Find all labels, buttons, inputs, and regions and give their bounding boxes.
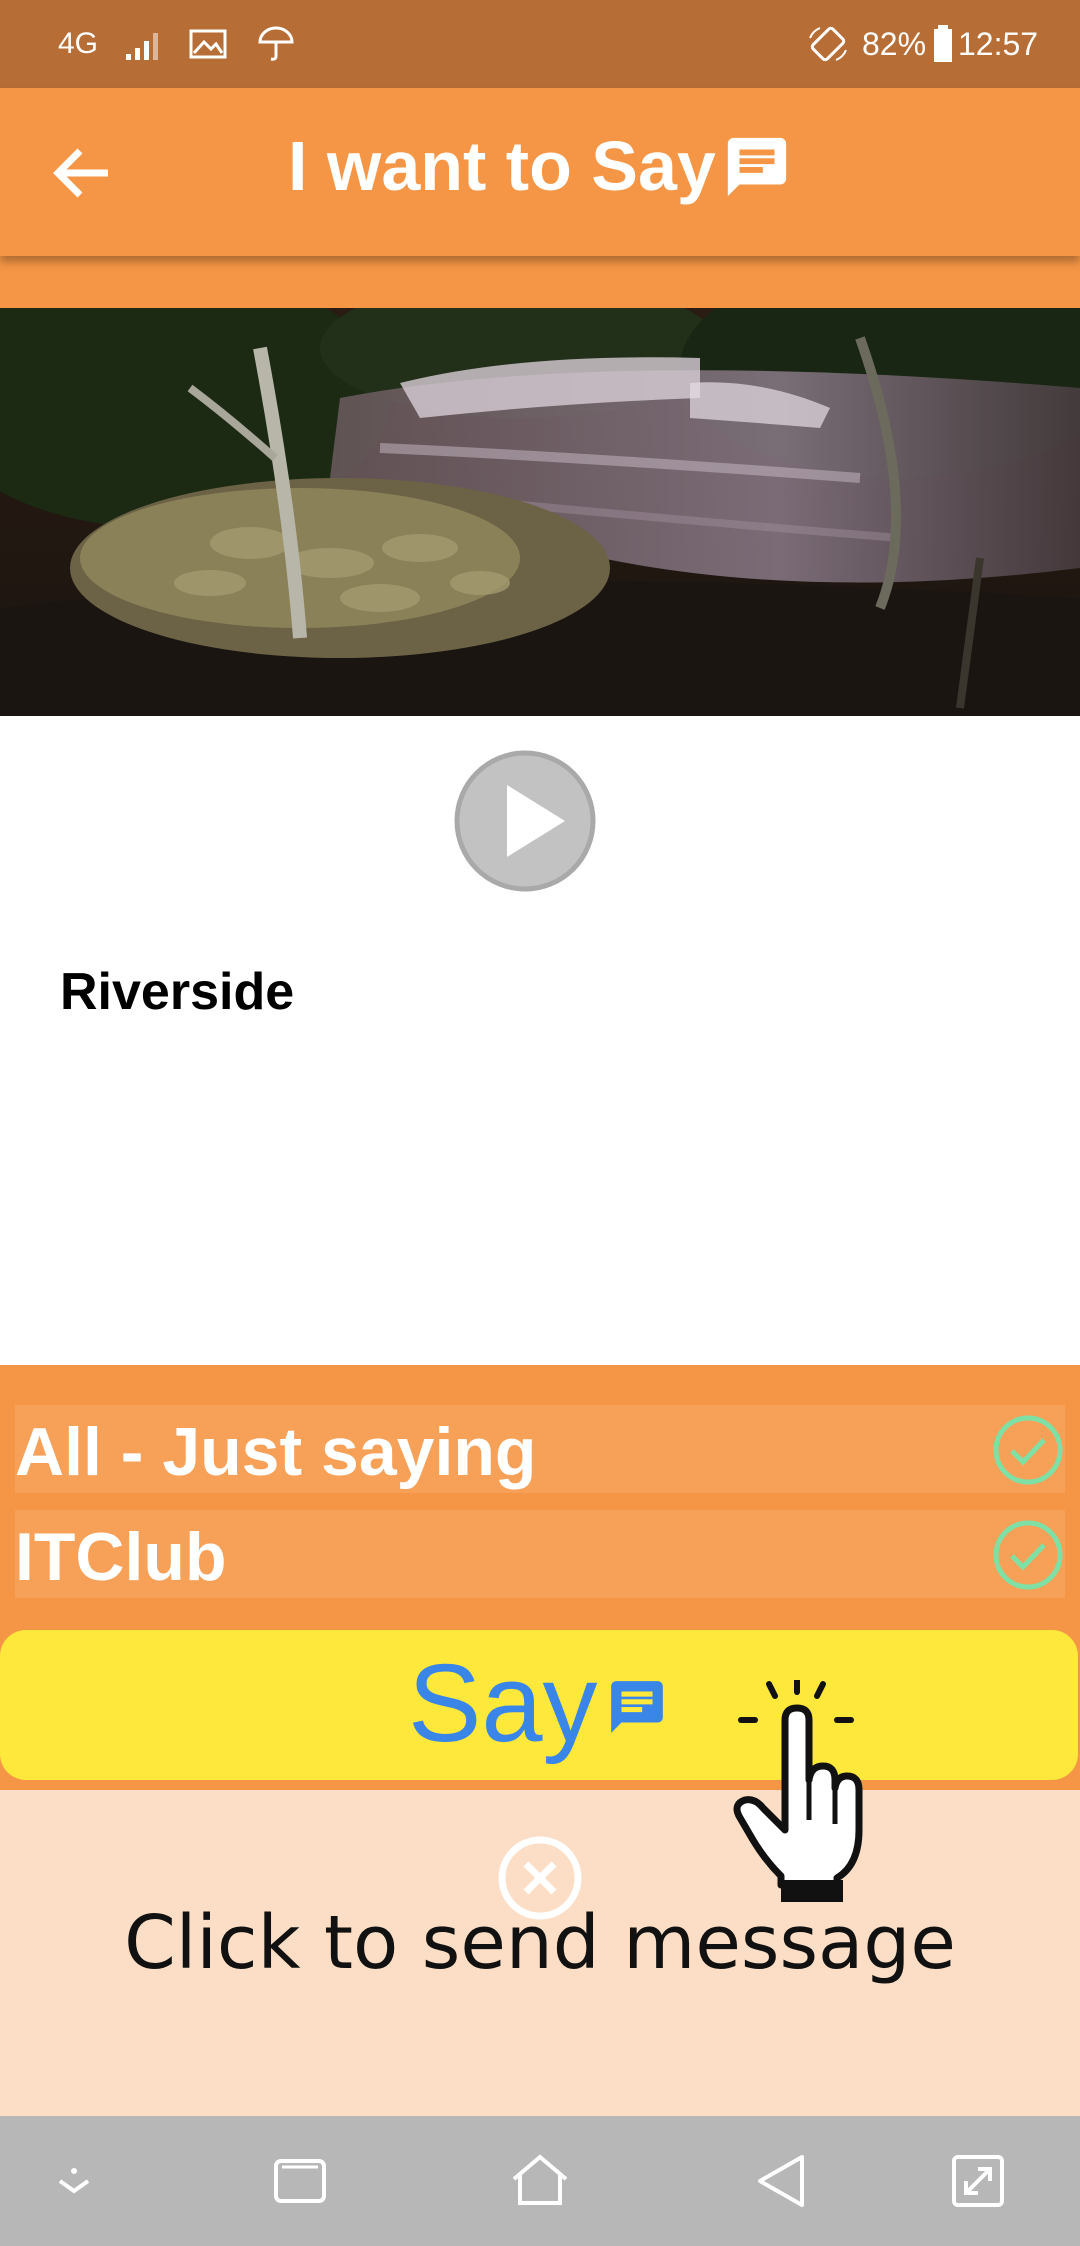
battery-percent: 82% bbox=[862, 25, 927, 62]
location-title: Riverside bbox=[60, 963, 295, 1021]
back-icon[interactable] bbox=[750, 2151, 814, 2211]
say-button[interactable]: Say bbox=[0, 1630, 1078, 1780]
play-icon bbox=[454, 750, 596, 892]
tip-overlay[interactable]: Click to send message bbox=[0, 1790, 1080, 2116]
back-arrow-icon[interactable] bbox=[50, 143, 120, 203]
battery-icon bbox=[932, 22, 954, 66]
hide-keyboard-icon[interactable] bbox=[42, 2151, 106, 2211]
app-bar: I want to Say bbox=[0, 88, 1080, 256]
check-circle-icon[interactable] bbox=[991, 1518, 1065, 1592]
system-nav-bar bbox=[0, 2116, 1080, 2246]
home-icon[interactable] bbox=[508, 2151, 572, 2211]
recents-icon[interactable] bbox=[268, 2151, 332, 2211]
status-bar: 4G 82% 12:57 bbox=[0, 0, 1080, 88]
group-label: All - Just saying bbox=[15, 1414, 537, 1490]
signal-icon bbox=[124, 22, 166, 66]
chat-icon bbox=[606, 1676, 668, 1738]
header-strip bbox=[0, 256, 1080, 308]
tip-text: Click to send message bbox=[124, 1900, 956, 1986]
hand-pointer-icon bbox=[725, 1677, 870, 1905]
gallery-icon bbox=[188, 22, 228, 66]
group-label: ITClub bbox=[15, 1519, 227, 1595]
say-button-label: Say bbox=[408, 1642, 598, 1765]
rotate-icon bbox=[806, 22, 850, 66]
group-item-itclub[interactable]: ITClub bbox=[15, 1510, 1065, 1598]
network-type: 4G bbox=[58, 27, 99, 60]
page-title: I want to Say bbox=[288, 127, 716, 205]
play-button[interactable] bbox=[453, 749, 597, 893]
clock: 12:57 bbox=[958, 25, 1039, 62]
check-circle-icon[interactable] bbox=[991, 1413, 1065, 1487]
group-item-all[interactable]: All - Just saying bbox=[15, 1405, 1065, 1493]
media-image bbox=[0, 308, 1080, 716]
expand-icon[interactable] bbox=[946, 2151, 1010, 2211]
chat-icon bbox=[722, 132, 792, 202]
weather-icon bbox=[256, 22, 296, 66]
